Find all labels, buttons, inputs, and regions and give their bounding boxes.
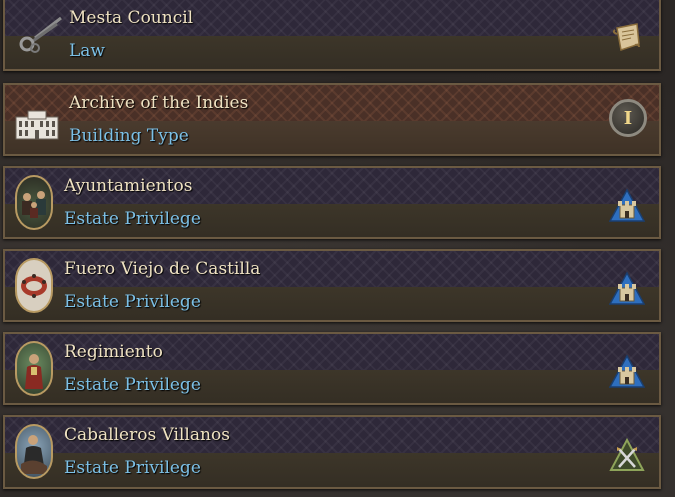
official-portrait-icon [15,341,53,396]
item-type: Estate Privilege [64,209,201,229]
list-item-regimiento[interactable]: Regimiento Estate Privilege [3,332,661,405]
burghers-estate-icon[interactable] [609,188,645,224]
item-title: Regimiento [64,342,163,362]
list-item-mesta-council[interactable]: Mesta Council Law [3,0,661,71]
item-type: Estate Privilege [64,375,201,395]
palace-icon [15,110,59,140]
item-type: Estate Privilege [64,292,201,312]
council-portrait-icon [15,175,53,230]
list-item-fuero-viejo-de-castilla[interactable]: Fuero Viejo de Castilla Estate Privilege [3,249,661,322]
item-title: Ayuntamientos [64,176,193,196]
tier-badge: I [623,107,633,129]
item-type: Building Type [69,126,189,146]
scroll-icon[interactable] [609,20,645,56]
item-type: Law [69,41,105,61]
crossed-swords-estate-icon[interactable] [609,437,645,473]
burghers-estate-icon[interactable] [609,354,645,390]
item-title: Fuero Viejo de Castilla [64,259,261,279]
knight-portrait-icon [15,424,53,479]
shears-icon [19,16,62,53]
roman-numeral-badge-icon[interactable]: I [609,99,647,137]
item-title: Archive of the Indies [69,93,249,113]
item-title: Caballeros Villanos [64,425,230,445]
item-type: Estate Privilege [64,458,201,478]
round-table-portrait-icon [15,258,53,313]
list-item-caballeros-villanos[interactable]: Caballeros Villanos Estate Privilege [3,415,661,489]
item-title: Mesta Council [69,8,194,28]
burghers-estate-icon[interactable] [609,271,645,307]
list-item-archive-of-the-indies[interactable]: Archive of the Indies Building Type I [3,83,661,156]
list-item-ayuntamientos[interactable]: Ayuntamientos Estate Privilege [3,166,661,239]
